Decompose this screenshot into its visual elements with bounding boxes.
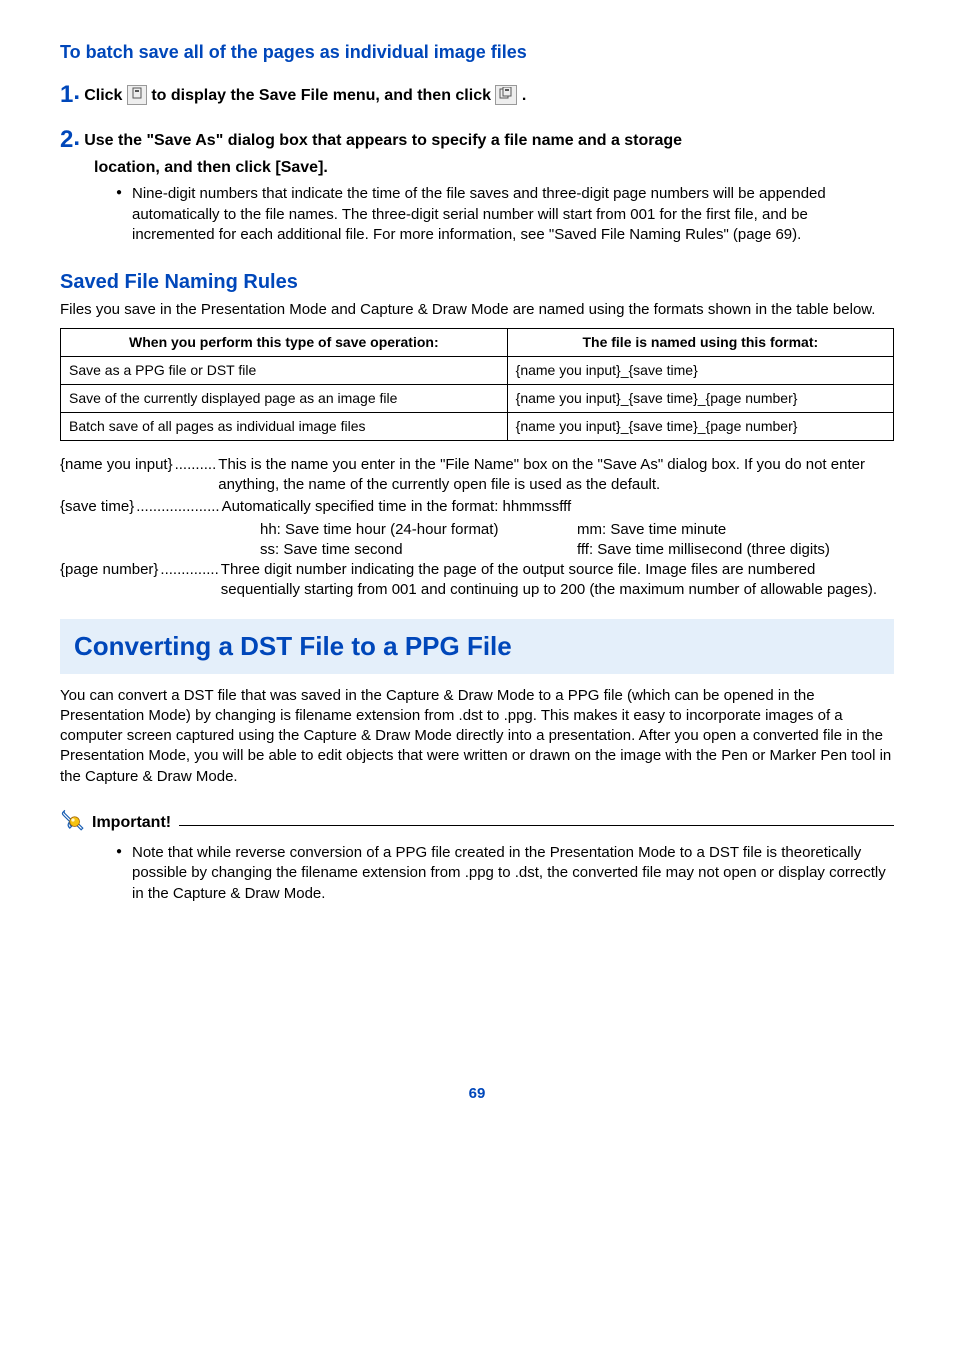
- step-2-text-line2: location, and then click [Save].: [94, 157, 894, 179]
- step-1: 1. Click to display the Save File menu, …: [60, 76, 894, 111]
- naming-rules-table: When you perform this type of save opera…: [60, 328, 894, 441]
- step-2: 2. Use the "Save As" dialog box that app…: [60, 122, 894, 179]
- naming-rules-intro: Files you save in the Presentation Mode …: [60, 300, 894, 320]
- def-term: {name you input}: [60, 455, 173, 496]
- important-rule-line: [179, 825, 894, 826]
- step-1-number: 1: [60, 79, 73, 111]
- def-body: Three digit number indicating the page o…: [221, 560, 894, 601]
- def-save-time-sub2: ss: Save time second fff: Save time mill…: [260, 540, 894, 560]
- def-body: Automatically specified time in the form…: [222, 497, 894, 517]
- def-save-fff: fff: Save time millisecond (three digits…: [577, 540, 894, 560]
- step-2-notes: Nine-digit numbers that indicate the tim…: [116, 184, 894, 245]
- def-name-you-input: {name you input} .......... This is the …: [60, 455, 894, 496]
- table-cell-op: Save of the currently displayed page as …: [61, 385, 508, 413]
- step-1-text-mid: to display the Save File menu, and then …: [151, 87, 495, 104]
- important-callout: Important!: [60, 807, 894, 839]
- table-cell-fmt: {name you input}_{save time}_{page numbe…: [507, 413, 893, 441]
- important-label: Important!: [92, 812, 179, 834]
- naming-definitions: {name you input} .......... This is the …: [60, 455, 894, 601]
- step-1-text-pre: Click: [84, 87, 127, 104]
- table-row: Save as a PPG file or DST file {name you…: [61, 357, 894, 385]
- naming-rules-heading: Saved File Naming Rules: [60, 269, 894, 296]
- pushpin-icon: [60, 807, 86, 839]
- table-header-op: When you perform this type of save opera…: [61, 329, 508, 357]
- table-cell-op: Batch save of all pages as individual im…: [61, 413, 508, 441]
- step-2-bullet: Nine-digit numbers that indicate the tim…: [116, 184, 894, 245]
- def-term: {page number}: [60, 560, 158, 601]
- table-row: Batch save of all pages as individual im…: [61, 413, 894, 441]
- converting-heading: Converting a DST File to a PPG File: [60, 619, 894, 674]
- important-notes: Note that while reverse conversion of a …: [116, 843, 894, 904]
- important-bullet: Note that while reverse conversion of a …: [116, 843, 894, 904]
- def-page-number: {page number} .............. Three digit…: [60, 560, 894, 601]
- page-number: 69: [60, 1084, 894, 1104]
- save-file-icon: [127, 85, 147, 105]
- def-save-time: {save time} .................... Automat…: [60, 497, 894, 517]
- step-2-text-line1: Use the "Save As" dialog box that appear…: [84, 132, 682, 149]
- table-row: Save of the currently displayed page as …: [61, 385, 894, 413]
- def-body: This is the name you enter in the "File …: [218, 455, 894, 496]
- converting-body: You can convert a DST file that was save…: [60, 686, 894, 787]
- table-cell-op: Save as a PPG file or DST file: [61, 357, 508, 385]
- step-2-number: 2: [60, 124, 73, 156]
- table-cell-fmt: {name you input}_{save time}: [507, 357, 893, 385]
- step-1-text-post: .: [522, 87, 526, 104]
- def-save-mm: mm: Save time minute: [577, 520, 894, 540]
- save-all-icon: [495, 85, 517, 105]
- batch-save-heading: To batch save all of the pages as indivi…: [60, 40, 894, 64]
- def-save-ss: ss: Save time second: [260, 540, 577, 560]
- def-dots: ..........: [173, 455, 219, 496]
- table-header-fmt: The file is named using this format:: [507, 329, 893, 357]
- def-dots: ....................: [134, 497, 221, 517]
- def-save-hh: hh: Save time hour (24-hour format): [260, 520, 577, 540]
- table-cell-fmt: {name you input}_{save time}_{page numbe…: [507, 385, 893, 413]
- def-save-time-sub1: hh: Save time hour (24-hour format) mm: …: [260, 520, 894, 540]
- def-dots: ..............: [158, 560, 220, 601]
- def-term: {save time}: [60, 497, 134, 517]
